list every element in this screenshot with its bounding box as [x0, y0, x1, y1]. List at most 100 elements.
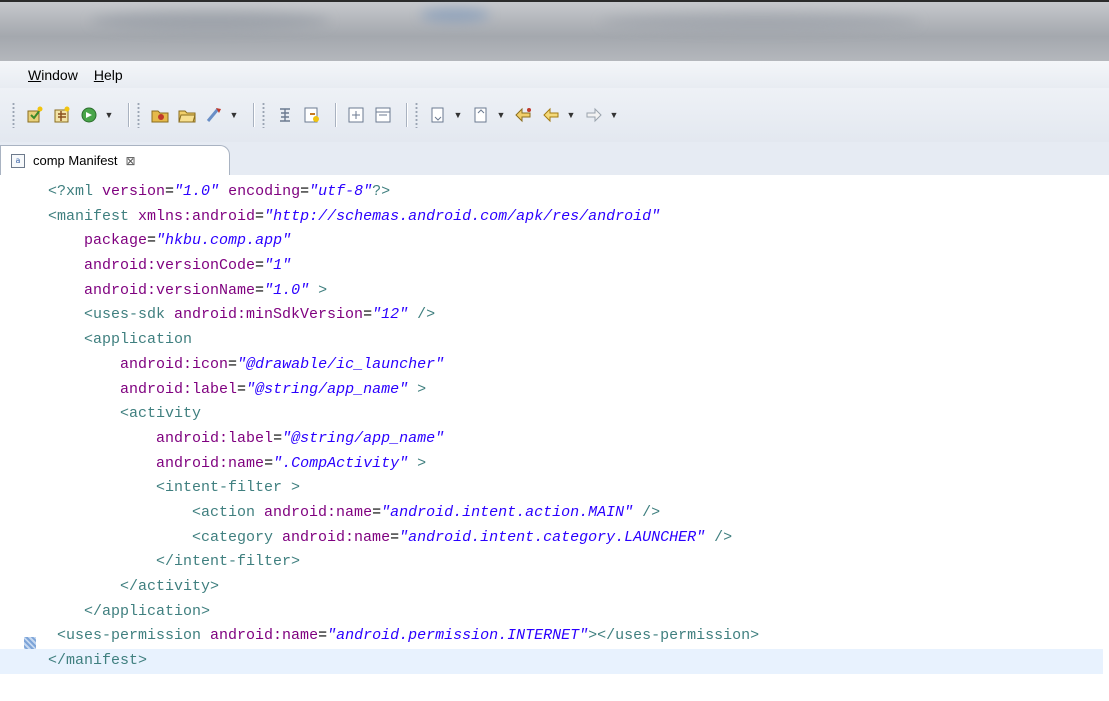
- last-edit-icon[interactable]: [512, 103, 536, 127]
- code-line[interactable]: <uses-permission android:name="android.p…: [48, 624, 1103, 649]
- code-token-val: "@string/app_name": [282, 429, 445, 447]
- code-token-val: "@drawable/ic_launcher": [237, 355, 445, 373]
- code-line[interactable]: </manifest>: [0, 649, 1103, 674]
- code-token-eq: =: [237, 380, 247, 398]
- code-token-tag: </intent-filter>: [156, 553, 301, 571]
- title-bar-border: [0, 0, 1109, 2]
- code-token-attr: package: [84, 232, 148, 250]
- code-token-val: "android.permission.INTERNET": [327, 627, 589, 645]
- code-line[interactable]: <manifest xmlns:android="http://schemas.…: [48, 205, 1103, 230]
- code-token-attr: android:name: [264, 503, 373, 521]
- code-token-tag: <application: [84, 331, 193, 349]
- code-line[interactable]: </activity>: [48, 575, 1103, 600]
- toolbar-separator: [335, 103, 336, 127]
- code-line[interactable]: <action android:name="android.intent.act…: [48, 501, 1103, 526]
- back-dropdown-icon[interactable]: ▼: [566, 110, 576, 120]
- code-token-val: "@string/app_name": [246, 380, 409, 398]
- forward-icon[interactable]: [582, 103, 606, 127]
- code-token-eq: =: [390, 528, 400, 546]
- toolbar-grip[interactable]: [262, 102, 265, 128]
- new-android-xml-icon[interactable]: [50, 103, 74, 127]
- new-android-project-icon[interactable]: [23, 103, 47, 127]
- collapse-all-icon[interactable]: [371, 103, 395, 127]
- toggle-markup-icon[interactable]: [300, 103, 324, 127]
- code-line[interactable]: android:label="@string/app_name": [48, 427, 1103, 452]
- code-token-attr: android:versionCode: [84, 257, 256, 275]
- open-folder-icon[interactable]: [175, 103, 199, 127]
- menu-bar: Window Help: [0, 61, 1109, 88]
- code-token-val: "1.0": [264, 281, 310, 299]
- code-token-val: "1.0": [174, 183, 220, 200]
- toolbar-grip[interactable]: [415, 102, 418, 128]
- forward-dropdown-icon[interactable]: ▼: [609, 110, 619, 120]
- window-title-bar: [0, 0, 1109, 61]
- back-icon[interactable]: [539, 103, 563, 127]
- expand-all-icon[interactable]: [344, 103, 368, 127]
- toolbar-group-android: ▼ ▼ ▼ ▼ ▼ ▼: [12, 100, 625, 130]
- code-line[interactable]: <category android:name="android.intent.c…: [48, 526, 1103, 551]
- code-token-tag: />: [705, 528, 733, 546]
- code-token-eq: =: [165, 183, 175, 200]
- title-blur-3: [600, 14, 920, 30]
- code-token-tag: [219, 183, 228, 200]
- code-token-eq: =: [372, 503, 382, 521]
- code-line[interactable]: <intent-filter >: [48, 476, 1103, 501]
- next-annotation-icon[interactable]: [426, 103, 450, 127]
- editor-tab-strip: a comp Manifest ⊠: [0, 142, 1109, 176]
- run-config-icon[interactable]: [202, 103, 226, 127]
- code-line[interactable]: android:icon="@drawable/ic_launcher": [48, 353, 1103, 378]
- code-token-eq: =: [147, 232, 157, 250]
- toolbar-grip[interactable]: [137, 102, 140, 128]
- code-token-tag: <category: [192, 528, 283, 546]
- run-icon[interactable]: [77, 103, 101, 127]
- code-token-val: ".CompActivity": [273, 454, 409, 472]
- code-line[interactable]: package="hkbu.comp.app": [48, 229, 1103, 254]
- code-token-tag: </application>: [84, 602, 211, 620]
- tab-comp-manifest[interactable]: a comp Manifest ⊠: [0, 145, 230, 175]
- toolbar-grip[interactable]: [12, 102, 15, 128]
- code-line[interactable]: </application>: [48, 600, 1103, 625]
- code-line[interactable]: android:versionName="1.0" >: [48, 279, 1103, 304]
- code-line[interactable]: <activity: [48, 402, 1103, 427]
- run-config-dropdown-icon[interactable]: ▼: [229, 110, 239, 120]
- code-token-val: "hkbu.comp.app": [156, 232, 292, 250]
- code-area[interactable]: <?xml version="1.0" encoding="utf-8"?> <m…: [0, 180, 1103, 674]
- code-line[interactable]: </intent-filter>: [48, 550, 1103, 575]
- code-token-val: "http://schemas.android.com/apk/res/andr…: [264, 207, 661, 225]
- menu-help[interactable]: Help: [86, 67, 131, 83]
- code-line[interactable]: <uses-sdk android:minSdkVersion="12" />: [48, 303, 1103, 328]
- code-token-val: "utf-8": [309, 183, 373, 200]
- code-token-tag: ></uses-permission>: [588, 627, 760, 645]
- code-line[interactable]: <?xml version="1.0" encoding="utf-8"?>: [48, 180, 1103, 205]
- prev-annotation-dropdown-icon[interactable]: ▼: [496, 110, 506, 120]
- code-token-tag: <intent-filter >: [156, 479, 301, 497]
- toggle-annotation-icon[interactable]: [273, 103, 297, 127]
- code-line[interactable]: android:label="@string/app_name" >: [48, 378, 1103, 403]
- code-token-tag: <activity: [120, 405, 202, 423]
- close-icon[interactable]: ⊠: [126, 154, 136, 168]
- prev-annotation-icon[interactable]: [469, 103, 493, 127]
- code-token-tag: ?>: [372, 183, 391, 200]
- title-blur-2: [420, 8, 490, 22]
- code-line[interactable]: android:versionCode="1": [48, 254, 1103, 279]
- code-token-eq: =: [255, 281, 265, 299]
- next-annotation-dropdown-icon[interactable]: ▼: [453, 110, 463, 120]
- menu-window[interactable]: Window: [20, 67, 86, 83]
- code-line[interactable]: <application: [48, 328, 1103, 353]
- code-token-tag: <action: [192, 503, 265, 521]
- run-dropdown-icon[interactable]: ▼: [104, 110, 114, 120]
- xml-editor[interactable]: <?xml version="1.0" encoding="utf-8"?> <m…: [0, 175, 1109, 701]
- code-token-eq: =: [363, 306, 373, 324]
- code-token-tag: <uses-sdk: [84, 306, 175, 324]
- open-type-icon[interactable]: [148, 103, 172, 127]
- code-line[interactable]: android:name=".CompActivity" >: [48, 452, 1103, 477]
